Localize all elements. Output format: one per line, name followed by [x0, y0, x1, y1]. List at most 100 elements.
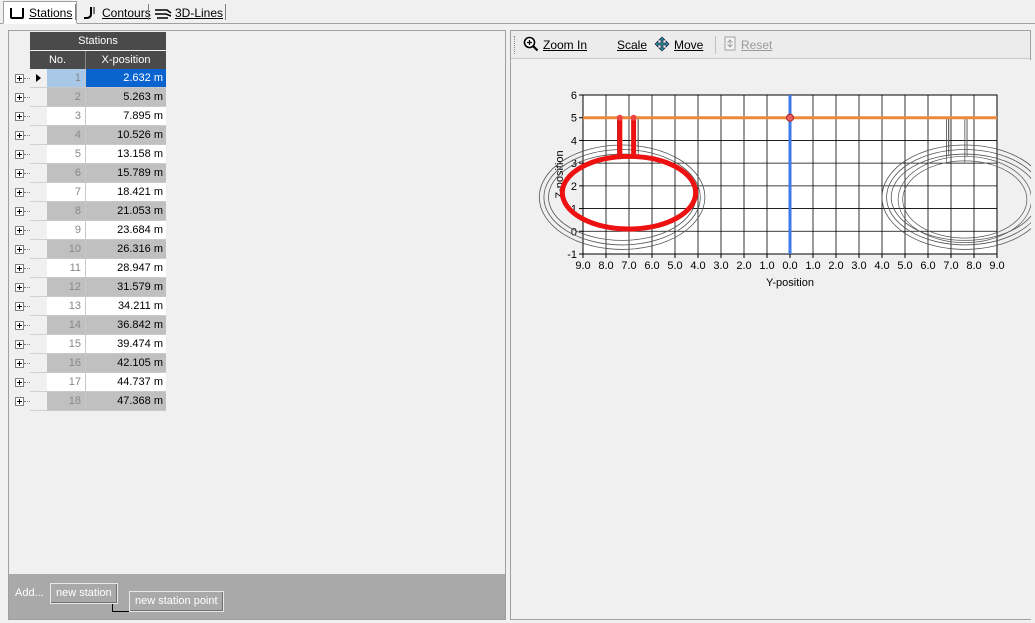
row-header[interactable]: [30, 297, 47, 316]
x-position-cell[interactable]: 15.789 m: [86, 164, 166, 183]
station-number-cell[interactable]: 16: [47, 354, 86, 373]
x-position-cell[interactable]: 26.316 m: [86, 240, 166, 259]
row-header[interactable]: [30, 392, 47, 411]
row-header[interactable]: [30, 221, 47, 240]
station-number-cell[interactable]: 17: [47, 373, 86, 392]
station-number-cell[interactable]: 6: [47, 164, 86, 183]
reset-button[interactable]: Reset: [723, 36, 772, 54]
row-header[interactable]: [30, 202, 47, 221]
move-button[interactable]: Move: [654, 36, 703, 54]
x-tick-label: 9.0: [575, 260, 590, 272]
body-plan-chart[interactable]: 9.0 8.0 7.0 6.0 5.0 4.0 3.0 2.0 1.0 0.0 1.0 2.0 3.0 4…: [512, 60, 1035, 619]
x-position-cell[interactable]: 44.737 m: [86, 373, 166, 392]
x-position-cell[interactable]: 7.895 m: [86, 107, 166, 126]
x-position-cell[interactable]: 34.211 m: [86, 297, 166, 316]
zoom-in-button[interactable]: Zoom In: [523, 36, 587, 54]
row-header[interactable]: [30, 183, 47, 202]
x-position-cell[interactable]: 21.053 m: [86, 202, 166, 221]
column-header-x-position[interactable]: X-position: [86, 51, 166, 69]
row-header[interactable]: [30, 240, 47, 259]
expand-icon[interactable]: [15, 359, 24, 368]
expand-icon[interactable]: [15, 207, 24, 216]
station-number-cell[interactable]: 10: [47, 240, 86, 259]
expand-icon[interactable]: [15, 226, 24, 235]
zoom-in-label: Zoom In: [543, 38, 588, 52]
expand-icon[interactable]: [15, 302, 24, 311]
row-header[interactable]: [30, 69, 47, 88]
x-tick-label: 9.0: [989, 260, 1004, 272]
column-header-no[interactable]: No.: [30, 51, 86, 69]
row-header[interactable]: [30, 164, 47, 183]
x-tick-label: 3.0: [851, 260, 866, 272]
x-position-cell[interactable]: 39.474 m: [86, 335, 166, 354]
expand-icon[interactable]: [15, 264, 24, 273]
scale-button[interactable]: Scale: [617, 36, 647, 54]
expand-icon[interactable]: [15, 150, 24, 159]
x-position-cell[interactable]: 42.105 m: [86, 354, 166, 373]
x-position-cell[interactable]: 23.684 m: [86, 221, 166, 240]
y-tick-label: 0: [571, 226, 577, 238]
station-number-cell[interactable]: 1: [47, 69, 86, 88]
tab-stations[interactable]: Stations: [3, 1, 78, 24]
x-position-cell[interactable]: 10.526 m: [86, 126, 166, 145]
x-position-cell[interactable]: 5.263 m: [86, 88, 166, 107]
x-position-cell[interactable]: 2.632 m: [86, 69, 166, 88]
row-header[interactable]: [30, 107, 47, 126]
expand-icon[interactable]: [15, 397, 24, 406]
row-header[interactable]: [30, 259, 47, 278]
tab-contours[interactable]: Contours: [77, 2, 155, 23]
section-plot-area[interactable]: 9.0 8.0 7.0 6.0 5.0 4.0 3.0 2.0 1.0 0.0 1.0 2.0 3.0 4…: [512, 60, 1035, 619]
station-number-cell[interactable]: 8: [47, 202, 86, 221]
x-position-cell[interactable]: 47.368 m: [86, 392, 166, 411]
station-number-cell[interactable]: 15: [47, 335, 86, 354]
x-tick-label: 4.0: [874, 260, 889, 272]
expand-icon[interactable]: [15, 169, 24, 178]
stem-marker: [630, 114, 637, 121]
current-row-arrow-icon: [36, 74, 41, 82]
station-number-cell[interactable]: 14: [47, 316, 86, 335]
row-header[interactable]: [30, 373, 47, 392]
station-number-cell[interactable]: 18: [47, 392, 86, 411]
y-tick-label: -1: [567, 249, 577, 261]
reset-label: Reset: [741, 38, 773, 52]
station-number-cell[interactable]: 2: [47, 88, 86, 107]
x-position-cell[interactable]: 36.842 m: [86, 316, 166, 335]
expand-icon[interactable]: [15, 93, 24, 102]
station-number-cell[interactable]: 4: [47, 126, 86, 145]
tab-3d-lines[interactable]: 3D-Lines: [150, 2, 227, 23]
x-position-cell[interactable]: 18.421 m: [86, 183, 166, 202]
row-header[interactable]: [30, 354, 47, 373]
grid-title: Stations: [30, 32, 166, 50]
row-header[interactable]: [30, 335, 47, 354]
station-number-cell[interactable]: 5: [47, 145, 86, 164]
row-header[interactable]: [30, 126, 47, 145]
station-number-cell[interactable]: 11: [47, 259, 86, 278]
expand-icon[interactable]: [15, 340, 24, 349]
expand-icon[interactable]: [15, 283, 24, 292]
stations-icon: [8, 6, 26, 20]
toolbar-grip: [514, 36, 517, 54]
x-position-cell[interactable]: 13.158 m: [86, 145, 166, 164]
x-position-cell[interactable]: 31.579 m: [86, 278, 166, 297]
station-number-cell[interactable]: 3: [47, 107, 86, 126]
expand-icon[interactable]: [15, 74, 24, 83]
new-station-point-button[interactable]: new station point: [129, 591, 224, 612]
new-station-button[interactable]: new station: [50, 583, 118, 604]
preview-panel: Zoom In Scale Move Reset 9.0 8.0 7.0 6.0 5.0…: [510, 30, 1035, 620]
expand-icon[interactable]: [15, 245, 24, 254]
expand-icon[interactable]: [15, 188, 24, 197]
row-header[interactable]: [30, 88, 47, 107]
expand-icon[interactable]: [15, 321, 24, 330]
expand-icon[interactable]: [15, 378, 24, 387]
tab-label: 3D-Lines: [175, 5, 224, 20]
expand-icon[interactable]: [15, 131, 24, 140]
row-header[interactable]: [30, 316, 47, 335]
x-position-cell[interactable]: 28.947 m: [86, 259, 166, 278]
station-number-cell[interactable]: 12: [47, 278, 86, 297]
row-header[interactable]: [30, 145, 47, 164]
row-header[interactable]: [30, 278, 47, 297]
station-number-cell[interactable]: 7: [47, 183, 86, 202]
station-number-cell[interactable]: 9: [47, 221, 86, 240]
station-number-cell[interactable]: 13: [47, 297, 86, 316]
expand-icon[interactable]: [15, 112, 24, 121]
